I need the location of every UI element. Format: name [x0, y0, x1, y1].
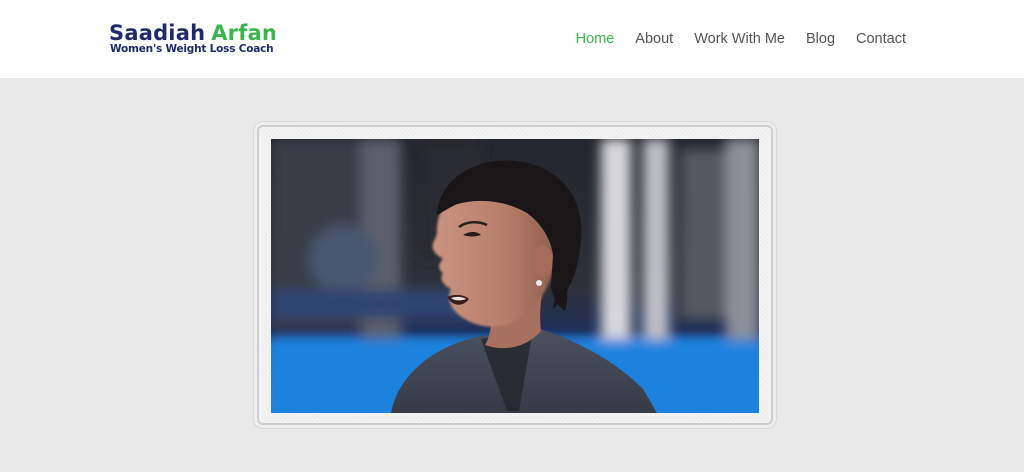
nav-item-work-with-me[interactable]: Work With Me — [694, 31, 785, 47]
logo-last-name: Arfan — [211, 21, 278, 45]
nav-item-blog[interactable]: Blog — [806, 31, 835, 47]
hero-photo — [271, 139, 759, 413]
logo-name: Saadiah Arfan — [109, 22, 277, 44]
site-logo[interactable]: Saadiah Arfan Women's Weight Loss Coach — [109, 22, 289, 62]
logo-first-name: Saadiah — [109, 21, 206, 45]
logo-tagline: Women's Weight Loss Coach — [110, 43, 274, 55]
site-header: Saadiah Arfan Women's Weight Loss Coach H… — [0, 0, 1024, 78]
nav-item-about[interactable]: About — [635, 31, 673, 47]
hero-image-frame — [257, 125, 773, 425]
main-nav: Home About Work With Me Blog Contact — [576, 0, 906, 78]
woman-portrait-icon — [271, 139, 759, 413]
nav-item-home[interactable]: Home — [576, 31, 615, 47]
nav-item-contact[interactable]: Contact — [856, 31, 906, 47]
